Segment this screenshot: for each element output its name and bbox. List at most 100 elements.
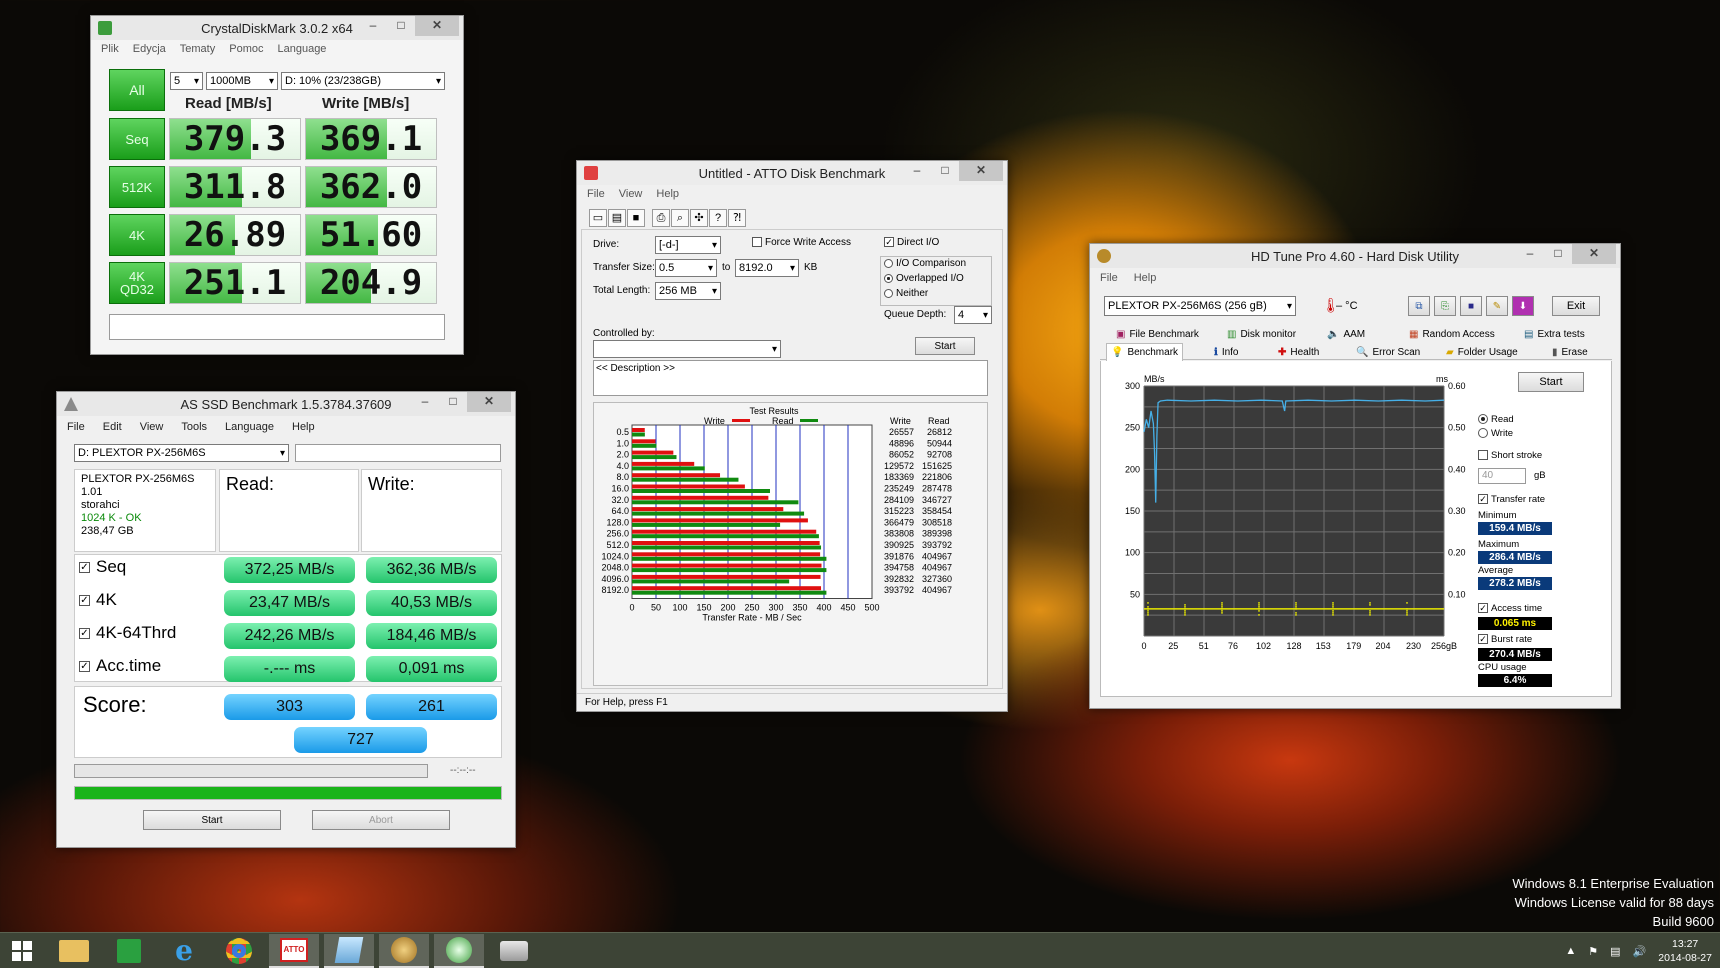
copy-info-icon[interactable]: ⧉	[1408, 296, 1430, 316]
write-radio[interactable]	[1478, 428, 1488, 439]
close-button[interactable]: ✕	[959, 161, 1003, 181]
menu-plik[interactable]: Plik	[101, 43, 119, 55]
taskbar-file-explorer[interactable]	[49, 934, 99, 968]
short-stroke-checkbox[interactable]	[1478, 450, 1488, 461]
seq-button[interactable]: Seq	[109, 118, 165, 160]
abort-button[interactable]: Abort	[312, 810, 450, 830]
runs-select[interactable]: 5	[170, 72, 203, 90]
start-button[interactable]: Start	[143, 810, 281, 830]
menu-help[interactable]: Help	[292, 421, 315, 433]
close-button[interactable]: ✕	[467, 392, 511, 412]
close-button[interactable]: ✕	[1572, 244, 1616, 264]
acc-time-row-label[interactable]: ✓ Acc.time	[79, 656, 161, 676]
4k-row-label[interactable]: ✓ 4K	[79, 590, 117, 610]
direct-io-option[interactable]: ✓ Direct I/O	[884, 237, 939, 248]
transfer-rate-option[interactable]: ✓ Transfer rate	[1478, 494, 1545, 505]
menu-file[interactable]: File	[67, 421, 85, 433]
access-time-option[interactable]: ✓ Access time	[1478, 603, 1542, 614]
start-button[interactable]: Start	[1518, 372, 1584, 392]
title-bar[interactable]: Untitled - ATTO Disk Benchmark – □ ✕	[577, 161, 1007, 185]
start-button[interactable]	[0, 934, 44, 968]
print-icon[interactable]: ⎙	[652, 209, 670, 227]
stroke-size-input[interactable]: 40	[1478, 468, 1526, 484]
drive-select[interactable]: PLEXTOR PX-256M6S (256 gB)	[1104, 296, 1296, 316]
comment-field[interactable]	[109, 314, 445, 340]
512k-button[interactable]: 512K	[109, 166, 165, 208]
menu-view[interactable]: View	[619, 188, 643, 200]
save-icon[interactable]: ■	[627, 209, 645, 227]
io-comparison-option[interactable]: I/O Comparison	[884, 258, 966, 269]
neither-radio[interactable]	[884, 288, 893, 298]
minimize-button[interactable]: –	[903, 161, 931, 181]
menu-tools[interactable]: Tools	[181, 421, 207, 433]
tab-file-benchmark[interactable]: ▣ File Benchmark	[1112, 326, 1203, 342]
menu-file[interactable]: File	[587, 188, 605, 200]
overlapped-io-radio[interactable]	[884, 273, 893, 283]
4k-qd32-button[interactable]: 4K QD32	[109, 262, 165, 304]
total-length-select[interactable]: 256 MB	[655, 282, 721, 300]
maximize-button[interactable]: □	[1544, 244, 1572, 264]
save-icon[interactable]: ■	[1460, 296, 1482, 316]
minimize-button[interactable]: –	[411, 392, 439, 412]
help-icon[interactable]: ?	[709, 209, 727, 227]
transfer-to-select[interactable]: 8192.0	[735, 259, 799, 277]
taskbar-store[interactable]	[104, 934, 154, 968]
short-stroke-option[interactable]: Short stroke	[1478, 450, 1542, 461]
drive-select[interactable]: [-d-]	[655, 236, 721, 254]
minimize-button[interactable]: –	[359, 16, 387, 36]
show-hidden-icons[interactable]: ▲	[1565, 945, 1576, 957]
taskbar-crystaldiskmark[interactable]	[434, 933, 484, 968]
menu-language[interactable]: Language	[277, 43, 326, 55]
taskbar-atto[interactable]: ATTO	[269, 933, 319, 968]
description-field[interactable]: << Description >>	[593, 360, 988, 396]
drive-select[interactable]: D: 10% (23/238GB)	[281, 72, 445, 90]
4k-checkbox[interactable]: ✓	[79, 594, 90, 606]
io-comparison-radio[interactable]	[884, 258, 893, 268]
maximize-button[interactable]: □	[439, 392, 467, 412]
flag-icon[interactable]: ⚑	[1588, 945, 1598, 958]
seq-row-label[interactable]: ✓ Seq	[79, 557, 126, 577]
tab-folder-usage[interactable]: ▰ Folder Usage	[1442, 344, 1522, 360]
taskbar-internet-explorer[interactable]: e	[159, 934, 209, 968]
tab-health[interactable]: ✚ Health	[1274, 344, 1323, 360]
title-bar[interactable]: HD Tune Pro 4.60 - Hard Disk Utility – □ ✕	[1090, 244, 1620, 268]
queue-depth-select[interactable]: 4	[954, 306, 992, 324]
volume-icon[interactable]: 🔊	[1633, 945, 1647, 958]
overlapped-io-option[interactable]: Overlapped I/O	[884, 273, 964, 284]
direct-io-checkbox[interactable]: ✓	[884, 237, 894, 248]
transfer-from-select[interactable]: 0.5	[655, 259, 717, 277]
close-button[interactable]: ✕	[415, 16, 459, 36]
menu-help[interactable]: Help	[656, 188, 679, 200]
all-button[interactable]: All	[109, 69, 165, 111]
burst-rate-option[interactable]: ✓ Burst rate	[1478, 634, 1532, 645]
access-time-checkbox[interactable]: ✓	[1478, 603, 1488, 614]
title-bar[interactable]: CrystalDiskMark 3.0.2 x64 – □ ✕	[91, 16, 463, 40]
start-button[interactable]: Start	[915, 337, 975, 355]
new-icon[interactable]: ▭	[589, 209, 607, 227]
size-select[interactable]: 1000MB	[206, 72, 278, 90]
menu-pomoc[interactable]: Pomoc	[229, 43, 263, 55]
tab-erase[interactable]: ▮ Erase	[1548, 344, 1592, 360]
force-write-checkbox[interactable]	[752, 237, 762, 248]
neither-option[interactable]: Neither	[884, 288, 928, 299]
title-bar[interactable]: AS SSD Benchmark 1.5.3784.37609 – □ ✕	[57, 392, 515, 416]
burst-rate-checkbox[interactable]: ✓	[1478, 634, 1488, 645]
acc-time-checkbox[interactable]: ✓	[79, 660, 90, 672]
seq-checkbox[interactable]: ✓	[79, 561, 90, 573]
network-icon[interactable]: ▤	[1610, 945, 1620, 958]
taskbar-drive[interactable]	[489, 934, 539, 968]
read-radio[interactable]	[1478, 414, 1488, 425]
menu-edit[interactable]: Edit	[103, 421, 122, 433]
4k-64thrd-row-label[interactable]: ✓ 4K-64Thrd	[79, 623, 176, 643]
force-write-option[interactable]: Force Write Access	[752, 237, 851, 248]
tab-extra-tests[interactable]: ▤ Extra tests	[1520, 326, 1589, 342]
exit-button[interactable]: Exit	[1552, 296, 1600, 316]
tab-benchmark[interactable]: 💡 Benchmark	[1106, 343, 1184, 361]
taskbar-as-ssd[interactable]	[324, 933, 374, 968]
tab-info[interactable]: ℹ Info	[1210, 344, 1243, 360]
open-icon[interactable]: ▤	[608, 209, 626, 227]
tab-aam[interactable]: 🔈 AAM	[1323, 326, 1369, 342]
menu-file[interactable]: File	[1100, 272, 1118, 284]
options-icon[interactable]: ✎	[1486, 296, 1508, 316]
minimize-button[interactable]: –	[1516, 244, 1544, 264]
